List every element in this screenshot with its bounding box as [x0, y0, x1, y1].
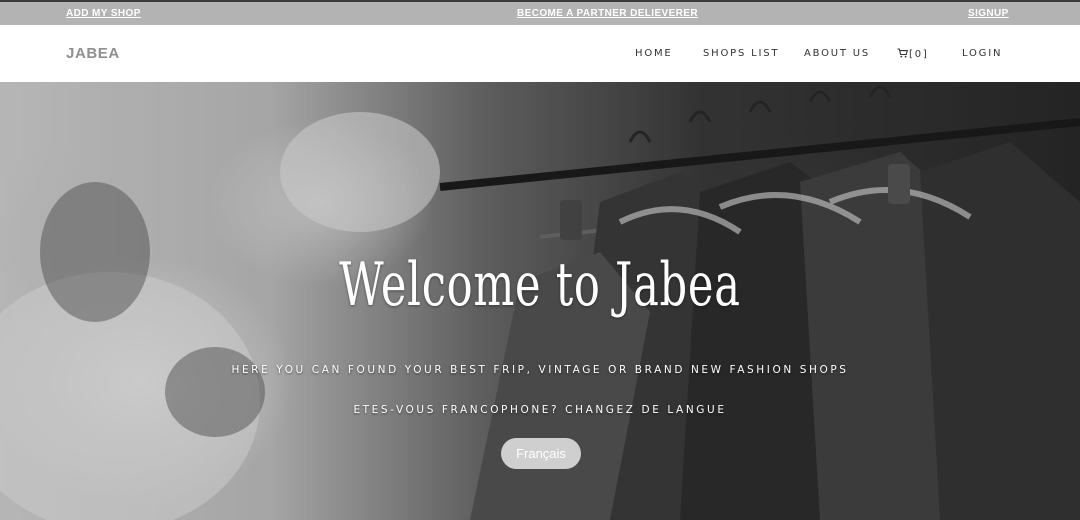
- nav-home[interactable]: HOME: [635, 48, 673, 59]
- add-my-shop-link[interactable]: ADD MY SHOP: [66, 8, 141, 19]
- nav-about-us[interactable]: ABOUT US: [804, 48, 870, 59]
- francais-language-button[interactable]: Français: [501, 438, 581, 469]
- nav-shops-list[interactable]: SHOPS LIST: [703, 48, 779, 59]
- become-partner-link[interactable]: BECOME A PARTNER DELIEVERER: [517, 8, 698, 19]
- main-navbar: JABEA HOME SHOPS LIST ABOUT US [0] LOGIN: [0, 25, 1080, 82]
- nav-login[interactable]: LOGIN: [962, 48, 1002, 59]
- cart-icon: [897, 48, 909, 58]
- hero-banner: Welcome to Jabea HERE YOU CAN FOUND YOUR…: [0, 82, 1080, 520]
- brand-logo[interactable]: JABEA: [66, 45, 120, 62]
- language-prompt: ETES-VOUS FRANCOPHONE? CHANGEZ DE LANGUE: [353, 404, 727, 416]
- signup-link[interactable]: SIGNUP: [968, 8, 1009, 19]
- hero-subtitle: HERE YOU CAN FOUND YOUR BEST FRIP, VINTA…: [231, 364, 849, 376]
- hero-title: Welcome to Jabea: [339, 250, 741, 320]
- top-utility-bar: ADD MY SHOP BECOME A PARTNER DELIEVERER …: [0, 0, 1080, 25]
- nav-cart[interactable]: [0]: [897, 48, 929, 60]
- cart-count: [0]: [909, 49, 929, 60]
